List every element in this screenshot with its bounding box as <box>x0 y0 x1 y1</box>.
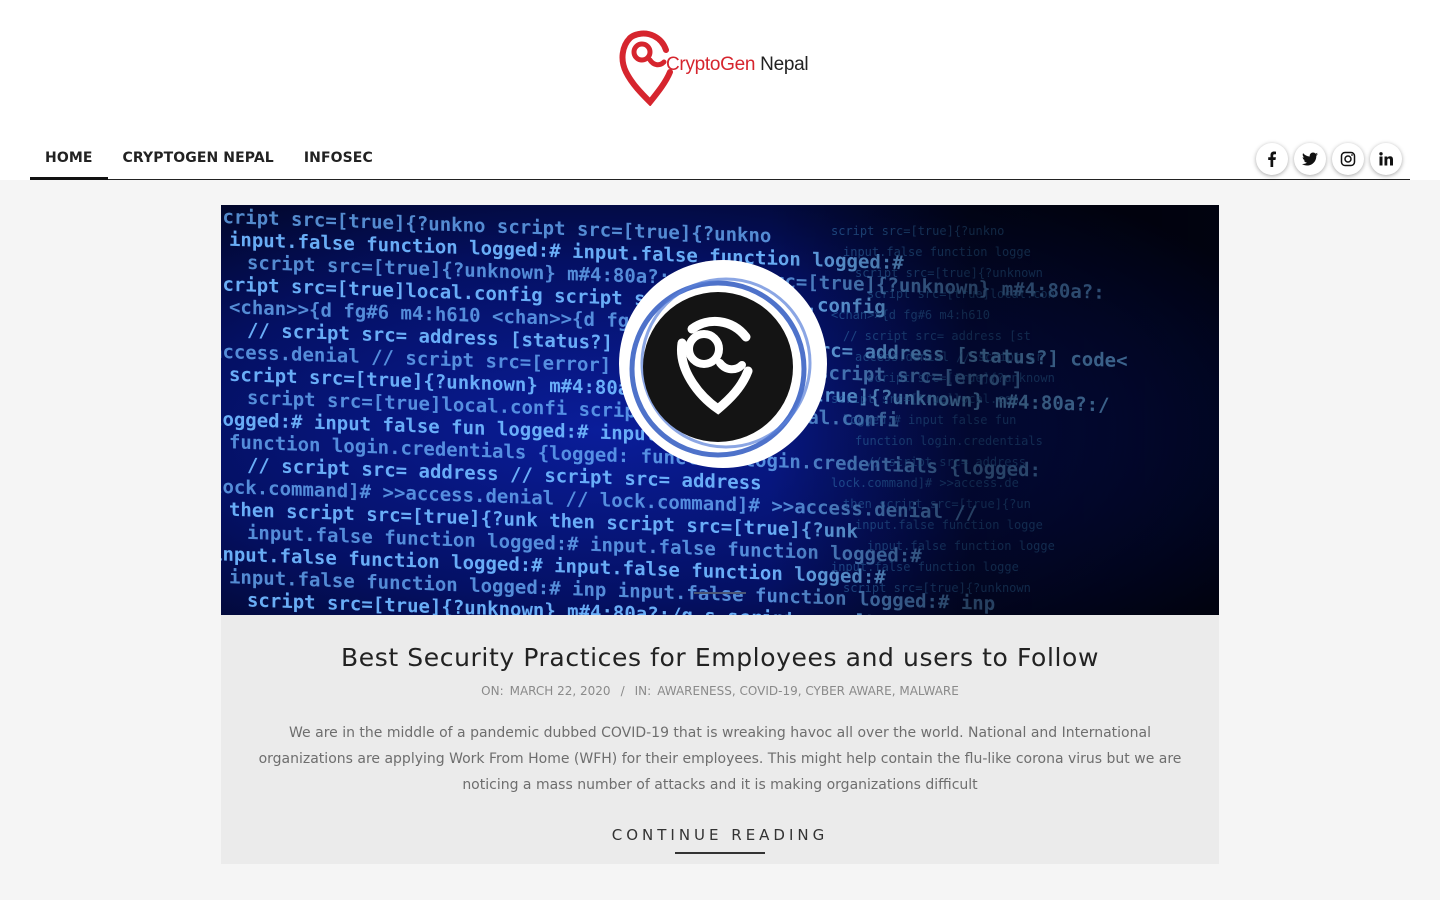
logo-text-secondary: Nepal <box>755 54 809 75</box>
cryptogen-badge-icon <box>619 260 827 468</box>
linkedin-button[interactable] <box>1370 143 1402 175</box>
nav-item-infosec[interactable]: Infosec <box>289 137 388 179</box>
twitter-icon <box>1302 152 1318 166</box>
hero-divider <box>694 592 746 594</box>
site-header: CryptoGen Nepal Home CryptoGen Nepal Inf… <box>0 0 1440 180</box>
post-date[interactable]: March 22, 2020 <box>510 684 611 698</box>
logo-text-primary: CryptoGen <box>666 54 756 75</box>
post-title[interactable]: Best Security Practices for Employees an… <box>221 643 1219 672</box>
post-categories-label: In: <box>634 684 652 698</box>
post-featured-image[interactable]: script src=[true]{?unkno script src=[tru… <box>221 205 1219 615</box>
category-link-covid-19[interactable]: COVID-19 <box>740 684 798 698</box>
post-excerpt: We are in the middle of a pandemic dubbe… <box>258 725 1182 793</box>
post-card: script src=[true]{?unkno script src=[tru… <box>221 205 1219 864</box>
social-links <box>1256 143 1402 175</box>
meta-separator: / <box>620 684 625 698</box>
category-link-cyber-aware[interactable]: Cyber Aware <box>805 684 891 698</box>
category-link-awareness[interactable]: Awareness <box>657 684 732 698</box>
nav-item-cryptogen-nepal[interactable]: CryptoGen Nepal <box>108 137 289 179</box>
facebook-button[interactable] <box>1256 143 1288 175</box>
instagram-icon <box>1340 151 1356 167</box>
facebook-icon <box>1268 151 1276 167</box>
site-logo[interactable]: CryptoGen Nepal <box>616 30 816 106</box>
category-link-malware[interactable]: Malware <box>899 684 958 698</box>
continue-reading-link[interactable]: Continue Reading <box>612 826 829 854</box>
logo-text: CryptoGen Nepal <box>666 54 809 76</box>
nav-item-home[interactable]: Home <box>30 137 108 180</box>
twitter-button[interactable] <box>1294 143 1326 175</box>
post-meta: On: March 22, 2020/In: Awareness, COVID-19… <box>481 684 959 698</box>
main-navigation: Home CryptoGen Nepal Infosec <box>30 137 1410 180</box>
instagram-button[interactable] <box>1332 143 1364 175</box>
linkedin-icon <box>1379 152 1393 166</box>
post-date-label: On: <box>481 684 504 698</box>
